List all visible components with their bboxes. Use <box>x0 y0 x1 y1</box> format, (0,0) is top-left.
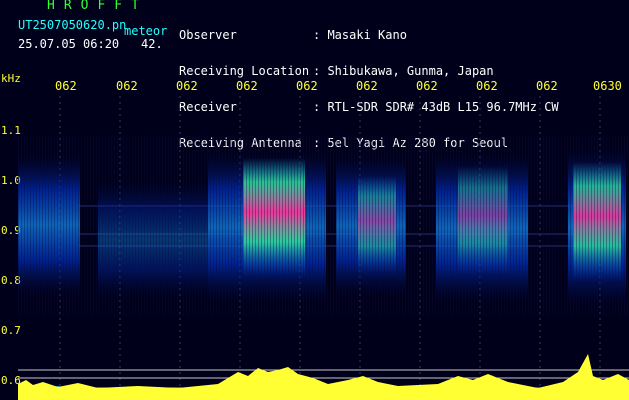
time-tick: 062 <box>236 79 258 93</box>
amplitude-trace <box>18 354 629 400</box>
time-tick: 062 <box>476 79 498 93</box>
date-time: 25.07.05 06:20 <box>18 37 120 51</box>
time-tick: 062 <box>55 79 77 93</box>
app-title: HROFFT <box>47 0 148 13</box>
time-tick: 062 <box>116 79 138 93</box>
location-label: Receiving Location <box>179 64 310 78</box>
time-tick: 0630 <box>593 79 622 93</box>
mode-label: meteor <box>124 24 168 38</box>
file-name: UT2507050620.pn <box>18 18 127 32</box>
time-tick: 062 <box>356 79 378 93</box>
observer-value: : Masaki Kano <box>313 28 407 42</box>
location-value: : Shibukawa, Gunma, Japan <box>313 64 494 78</box>
time-tick: 062 <box>416 79 438 93</box>
y-unit-label: kHz <box>1 72 21 85</box>
level-value: 42. <box>141 37 163 51</box>
signal-bursts <box>18 136 629 316</box>
time-tick: 062 <box>296 79 318 93</box>
hrofft-display: HROFFT UT2507050620.pn meteor 25.07.05 0… <box>0 0 629 400</box>
time-tick: 062 <box>176 79 198 93</box>
observer-label: Observer <box>179 28 237 42</box>
spectrogram <box>18 96 629 400</box>
time-tick: 062 <box>536 79 558 93</box>
